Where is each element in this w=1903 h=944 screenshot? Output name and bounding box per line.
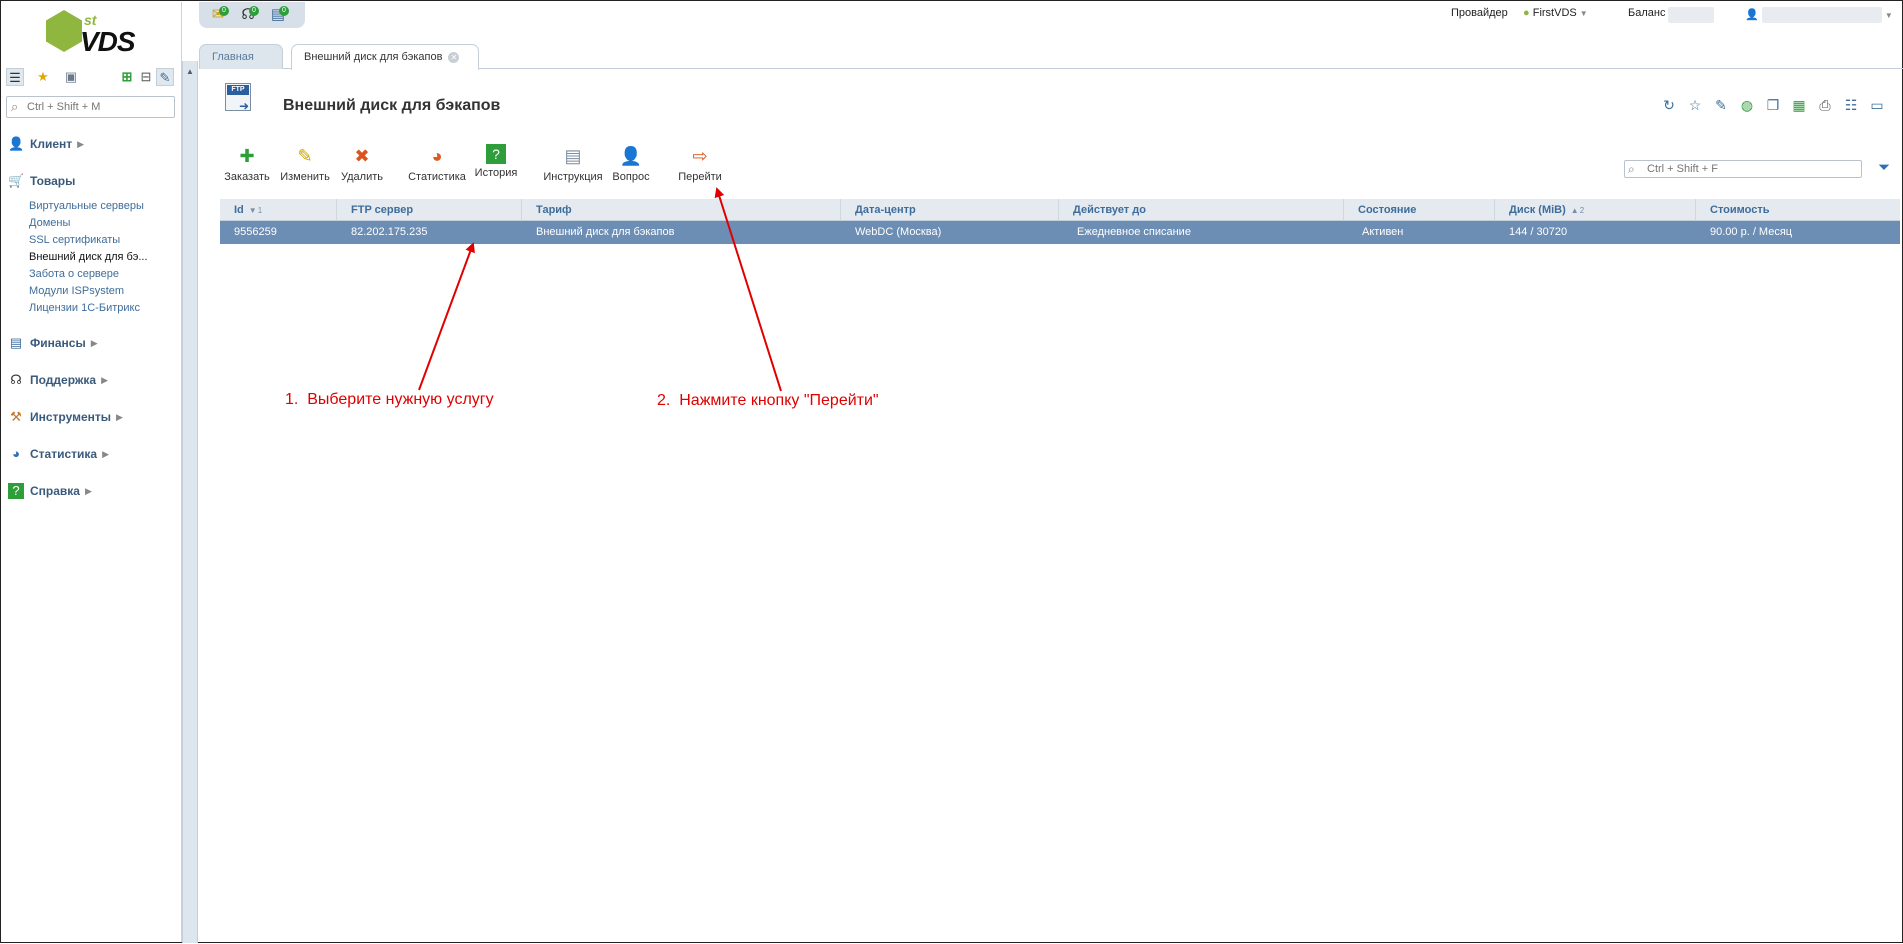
- annotation-step2: 2. Нажмите кнопку "Перейти": [657, 392, 879, 410]
- step-text: Выберите нужную услугу: [307, 391, 494, 408]
- arrow-step1: [418, 242, 475, 391]
- step-number: 1.: [285, 391, 299, 408]
- annotation-arrows: [418, 187, 782, 392]
- step-number: 2.: [657, 392, 671, 409]
- step-text: Нажмите кнопку "Перейти": [679, 392, 879, 409]
- annotation-step1: 1. Выберите нужную услугу: [285, 391, 494, 409]
- arrow-step2: [714, 187, 782, 392]
- app-window: st VDS ☰ ★ ▣ ⊞ ⊟ ✎ ⌕ 👤 Клиент ▶ 🛒 Товары…: [0, 0, 1903, 943]
